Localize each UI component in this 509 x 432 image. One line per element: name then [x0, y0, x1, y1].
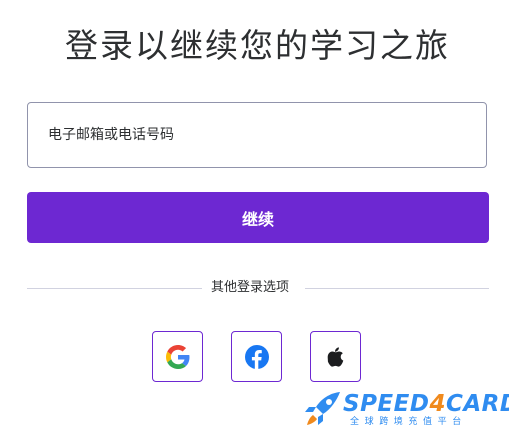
email-input[interactable]	[28, 103, 486, 167]
watermark-brand: SPEED4CARD	[343, 391, 509, 417]
watermark-tagline: 全球跨境充值平台	[350, 417, 467, 427]
apple-login-button[interactable]	[310, 331, 361, 382]
page-title: 登录以继续您的学习之旅	[65, 26, 450, 65]
rocket-icon	[302, 390, 342, 432]
continue-button[interactable]: 继续	[27, 192, 489, 243]
apple-icon	[327, 346, 345, 367]
divider-label: 其他登录选项	[211, 280, 290, 295]
speed4card-watermark: SPEED4CARD 全球跨境充值平台	[300, 388, 509, 431]
google-login-button[interactable]	[152, 331, 203, 382]
divider-line-right	[305, 288, 489, 289]
google-icon	[165, 344, 190, 369]
other-login-divider: 其他登录选项	[27, 278, 489, 298]
email-field[interactable]	[27, 102, 487, 168]
facebook-icon	[244, 344, 269, 369]
divider-line-left	[27, 288, 202, 289]
facebook-login-button[interactable]	[231, 331, 282, 382]
